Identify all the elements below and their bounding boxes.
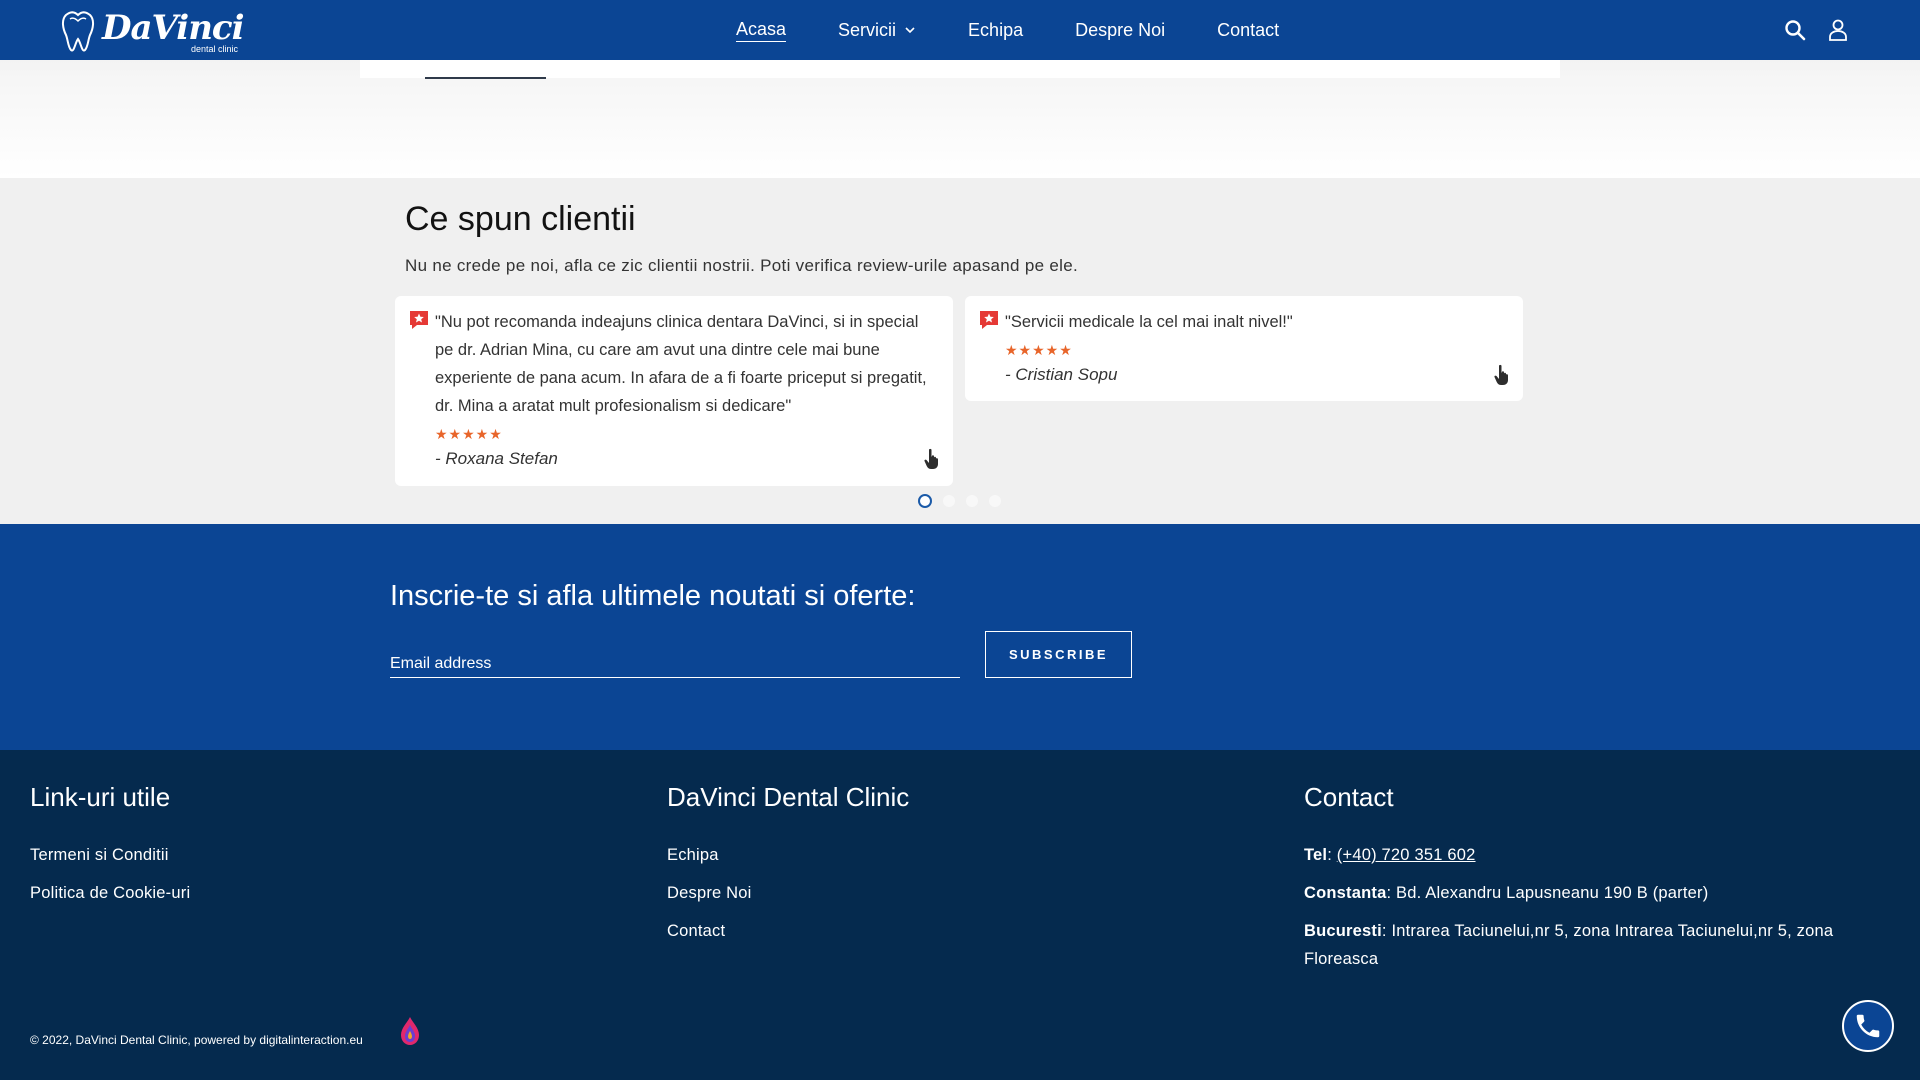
bucuresti-label: Bucuresti (1304, 922, 1382, 940)
review-card-cristian[interactable]: "Servicii medicale la cel mai inalt nive… (965, 296, 1523, 401)
site-footer: Link-uri utile Termeni si Conditii Polit… (0, 750, 1920, 1080)
tap-hand-icon (924, 448, 938, 469)
testimonials-subtitle: Nu ne crede pe noi, afla ce zic clientii… (405, 256, 1078, 275)
review-quote: "Servicii medicale la cel mai inalt nive… (1005, 313, 1293, 331)
constanta-label: Constanta (1304, 884, 1387, 902)
subscribe-button[interactable]: SUBSCRIBE (985, 631, 1132, 678)
carousel-pagination (918, 494, 1012, 508)
email-field[interactable] (390, 642, 960, 678)
footer-address-bucuresti: Bucuresti: Intrarea Taciunelui,nr 5, zon… (1304, 917, 1894, 973)
call-button[interactable] (1842, 1000, 1894, 1052)
review-source-icon (980, 311, 998, 329)
footer-link-terms[interactable]: Termeni si Conditii (30, 846, 169, 865)
nav-contact[interactable]: Contact (1217, 20, 1279, 41)
digitalinteraction-logo-icon[interactable] (398, 1016, 422, 1046)
logo-subtitle: dental clinic (190, 44, 238, 54)
nav-despre-noi-label: Despre Noi (1075, 19, 1166, 40)
carousel-dot-3[interactable] (966, 495, 978, 507)
logo-brand-name: DaVinci (102, 8, 245, 48)
site-logo[interactable]: DaVinci dental clinic (58, 6, 248, 56)
nav-acasa[interactable]: Acasa (736, 19, 787, 42)
phone-link[interactable]: (+40) 720 351 602 (1337, 846, 1476, 864)
search-icon[interactable] (1783, 18, 1807, 42)
footer-phone: Tel: (+40) 720 351 602 (1304, 846, 1476, 864)
footer-link-contact[interactable]: Contact (667, 922, 725, 941)
review-card-roxana[interactable]: "Nu pot recomanda indeajuns clinica dent… (395, 296, 953, 486)
previous-section-card (360, 60, 1560, 78)
phone-icon (1856, 1014, 1880, 1038)
site-header: DaVinci dental clinic Acasa Servicii Ech… (0, 0, 1920, 60)
tooth-logo-icon (62, 11, 94, 52)
nav-servicii-label: Servicii (838, 19, 897, 40)
copyright-text: © 2022, DaVinci Dental Clinic, powered b… (30, 1033, 363, 1047)
footer-link-despre-noi[interactable]: Despre Noi (667, 884, 752, 903)
chevron-down-icon (905, 27, 915, 34)
newsletter-section: Inscrie-te si afla ultimele noutati si o… (0, 524, 1920, 750)
footer-link-cookies[interactable]: Politica de Cookie-uri (30, 884, 190, 903)
testimonials-title: Ce spun clientii (405, 200, 636, 238)
previous-section-underline (425, 77, 546, 79)
nav-acasa-label: Acasa (736, 19, 787, 42)
footer-clinic-heading: DaVinci Dental Clinic (667, 782, 910, 812)
nav-despre-noi[interactable]: Despre Noi (1075, 20, 1165, 41)
review-stars: ★★★★★ (435, 426, 503, 442)
nav-echipa-label: Echipa (968, 19, 1024, 40)
nav-contact-label: Contact (1217, 19, 1280, 40)
carousel-dot-1[interactable] (918, 494, 932, 508)
testimonials-section: Ce spun clientii Nu ne crede pe noi, afl… (0, 178, 1920, 524)
footer-useful-links-heading: Link-uri utile (30, 782, 171, 812)
review-author: - Cristian Sopu (1005, 365, 1118, 384)
review-stars: ★★★★★ (1005, 342, 1073, 358)
constanta-address: : Bd. Alexandru Lapusneanu 190 B (parter… (1386, 884, 1709, 902)
review-source-icon (410, 311, 428, 329)
account-icon[interactable] (1826, 18, 1850, 42)
main-nav: Acasa Servicii Echipa Despre Noi Contact (736, 0, 1331, 60)
nav-servicii[interactable]: Servicii (838, 20, 916, 41)
footer-contact-heading: Contact (1304, 782, 1394, 812)
review-author: - Roxana Stefan (435, 449, 558, 468)
nav-echipa[interactable]: Echipa (968, 20, 1023, 41)
newsletter-title: Inscrie-te si afla ultimele noutati si o… (390, 580, 916, 612)
footer-address-constanta: Constanta: Bd. Alexandru Lapusneanu 190 … (1304, 879, 1904, 907)
review-quote: "Nu pot recomanda indeajuns clinica dent… (435, 313, 927, 415)
carousel-dot-2[interactable] (943, 495, 955, 507)
phone-label: Tel (1304, 846, 1328, 864)
bucuresti-address: : Intrarea Taciunelui,nr 5, zona Intrare… (1304, 922, 1834, 968)
footer-link-echipa[interactable]: Echipa (667, 846, 719, 865)
carousel-dot-4[interactable] (989, 495, 1001, 507)
tap-hand-icon (1494, 364, 1508, 385)
